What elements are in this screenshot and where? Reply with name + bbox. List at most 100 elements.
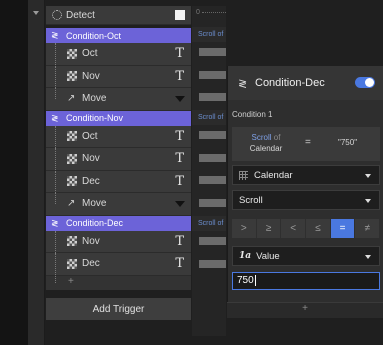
section-label: Condition 1 [232, 110, 273, 119]
branch-icon: ≷ [51, 30, 59, 40]
tree-item-label: Dec [82, 175, 100, 187]
value-type-icon: 1a [239, 251, 252, 261]
tree-item[interactable]: ↗ Move [46, 88, 191, 111]
tree-item[interactable]: Nov T [46, 230, 191, 253]
condition-expression[interactable]: Scroll of Calendar = "750" [232, 127, 380, 161]
value-type-dropdown[interactable]: 1a Value [232, 246, 380, 266]
timeline-ruler [202, 12, 226, 13]
condition-row[interactable]: ≷ Condition-Oct [46, 28, 191, 43]
timeline-scroll-label: Scroll of [198, 31, 224, 38]
detect-checkbox[interactable] [175, 10, 185, 20]
timeline-tick: 0 [196, 9, 200, 16]
expression-left: Scroll of Calendar [238, 132, 294, 154]
branch-icon: ≷ [51, 217, 59, 228]
text-caret [254, 275, 256, 286]
detect-label: Detect [66, 9, 95, 21]
tree-item[interactable]: Dec T [46, 253, 191, 276]
text-type-icon: T [175, 68, 184, 84]
expand-triangle-icon[interactable] [175, 96, 185, 102]
branch-icon: ≷ [238, 77, 248, 90]
timeline-bar[interactable] [199, 260, 226, 268]
condition-label: Condition-Oct [66, 30, 122, 41]
tree-item[interactable]: ↗ Move [46, 193, 191, 216]
value-input-text: 750 [237, 275, 254, 286]
timeline-scroll-label: Scroll of [198, 114, 224, 121]
timeline: 0 Scroll of Scroll of Scroll of [192, 6, 226, 336]
operator-eq[interactable]: = [330, 219, 356, 238]
timeline-bar[interactable] [199, 199, 226, 207]
text-layer-icon [67, 48, 77, 59]
timeline-bar[interactable] [199, 154, 226, 162]
panel-header: ≷ Condition-Dec [228, 66, 383, 100]
tree-item-label: Move [82, 93, 107, 105]
tree-item[interactable]: Oct T [46, 125, 191, 148]
text-type-icon: T [175, 256, 184, 272]
layer-strip [28, 0, 45, 345]
operator-gt[interactable]: > [232, 219, 257, 238]
target-dropdown-value: Calendar [254, 169, 293, 181]
tree-item-label: Nov [82, 235, 100, 247]
timeline-bar[interactable] [199, 131, 226, 139]
chevron-down-icon [365, 255, 371, 259]
add-item-row[interactable]: + [46, 275, 191, 290]
timeline-bar[interactable] [199, 176, 226, 184]
timeline-scroll-label: Scroll of [198, 220, 224, 227]
detect-row[interactable]: Detect [46, 6, 191, 25]
tree-item[interactable]: Dec T [46, 170, 191, 193]
text-type-icon: T [175, 173, 184, 189]
left-gutter [0, 0, 28, 345]
tree-item[interactable]: Nov T [46, 65, 191, 88]
value-input[interactable]: 750 [232, 272, 380, 290]
chevron-down-icon [365, 174, 371, 178]
text-layer-icon [67, 71, 77, 82]
operator-neq[interactable]: ≠ [355, 219, 381, 238]
text-layer-icon [67, 153, 77, 164]
text-layer-icon [67, 258, 77, 269]
tree-item[interactable]: Nov T [46, 148, 191, 171]
expand-triangle-icon[interactable] [175, 201, 185, 207]
tree-item-label: Oct [82, 48, 98, 60]
text-layer-icon [67, 236, 77, 247]
add-trigger-button[interactable]: Add Trigger [46, 298, 191, 320]
expr-value: "750" [338, 138, 358, 147]
move-icon: ↗ [67, 93, 76, 105]
condition-label: Condition-Dec [66, 218, 124, 228]
tree-item-label: Oct [82, 130, 98, 142]
operator-lte[interactable]: ≤ [306, 219, 331, 238]
expr-operator: = [305, 137, 311, 148]
tree-item[interactable]: Oct T [46, 43, 191, 66]
operator-gte[interactable]: ≥ [257, 219, 282, 238]
trigger-tree: Detect ≷ Condition-Oct Oct T Nov T ↗ Mov… [46, 6, 191, 290]
target-dropdown[interactable]: Calendar [232, 165, 380, 185]
enable-toggle[interactable] [355, 77, 375, 88]
property-dropdown[interactable]: Scroll [232, 190, 380, 210]
panel-title: Condition-Dec [255, 77, 325, 89]
branch-icon: ≷ [51, 112, 59, 123]
text-layer-icon [67, 131, 77, 142]
expr-target: Calendar [249, 144, 283, 153]
timeline-bar[interactable] [199, 237, 226, 245]
condition-row[interactable]: ≷ Condition-Dec [46, 215, 191, 231]
expr-of: of [273, 133, 281, 142]
text-type-icon: T [175, 233, 184, 249]
expr-property: Scroll [251, 133, 272, 142]
property-dropdown-value: Scroll [239, 194, 263, 206]
tree-item-label: Move [82, 198, 107, 210]
text-type-icon: T [175, 128, 184, 144]
value-type-label: Value [256, 250, 280, 262]
condition-panel: ≷ Condition-Dec Condition 1 Scroll of Ca… [227, 66, 383, 316]
collapse-arrow-icon[interactable] [33, 11, 39, 15]
tree-item-label: Nov [82, 153, 100, 165]
text-layer-icon [67, 176, 77, 187]
timeline-bar[interactable] [199, 93, 226, 101]
move-icon: ↗ [67, 198, 76, 210]
grid-icon [239, 170, 248, 180]
text-type-icon: T [175, 46, 184, 62]
add-icon[interactable]: + [68, 276, 74, 287]
timeline-bar[interactable] [199, 48, 226, 56]
timeline-bar[interactable] [199, 71, 226, 79]
add-condition-button[interactable]: + [227, 302, 383, 318]
operator-lt[interactable]: < [281, 219, 307, 238]
tree-item-label: Nov [82, 70, 100, 82]
condition-row[interactable]: ≷ Condition-Nov [46, 110, 191, 126]
